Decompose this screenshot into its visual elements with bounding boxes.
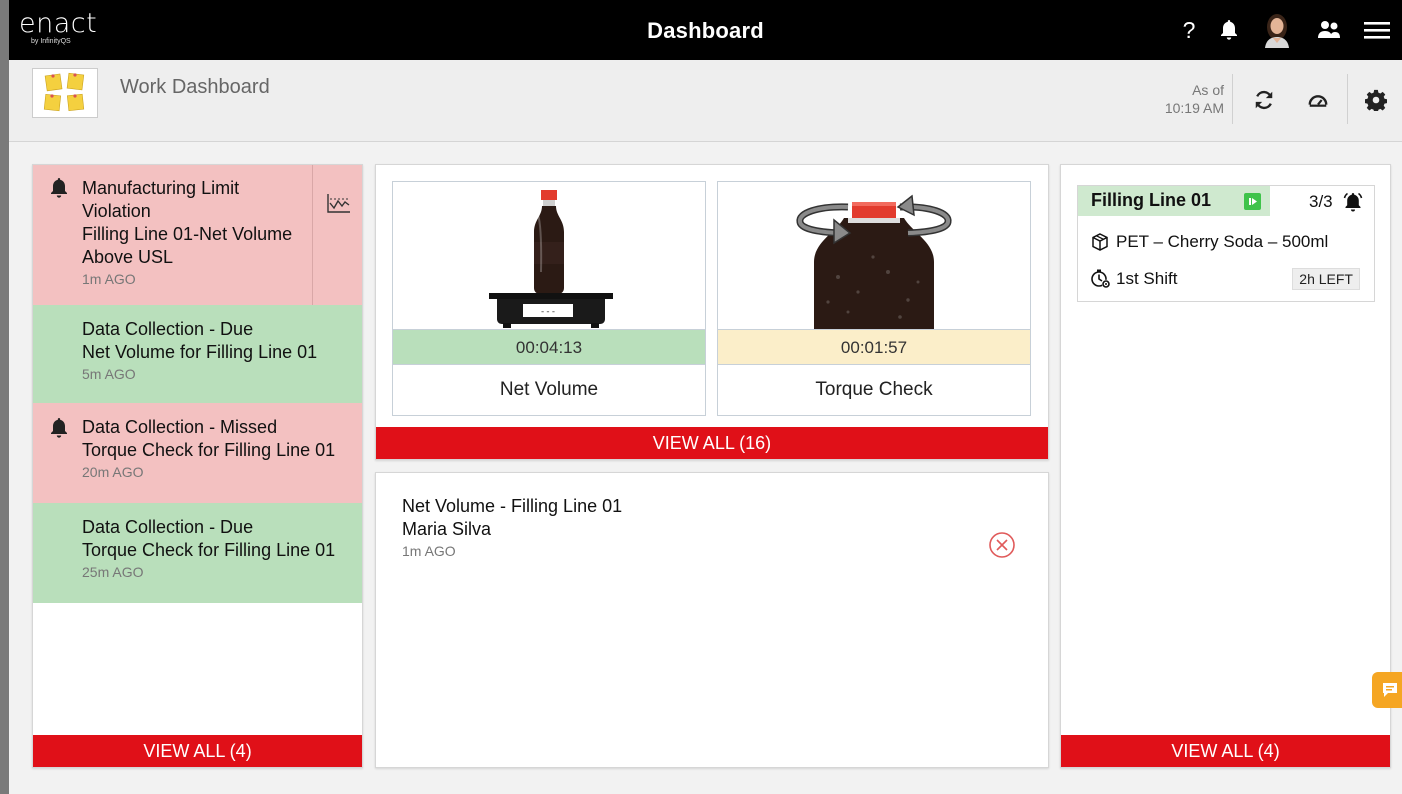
product-row: PET – Cherry Soda – 500ml [1090,232,1328,252]
app-window: enact by InfinityQS Dashboard ? Work Das… [9,0,1402,794]
control-chart-icon [327,194,350,213]
product-name: PET – Cherry Soda – 500ml [1116,232,1329,251]
recent-item-title: Net Volume - Filling Line 01 [402,496,623,516]
dashboard-thumbnail [32,68,98,118]
box-icon [1092,233,1108,251]
notification-time: 5m AGO [82,366,136,382]
notification-title: Data Collection - Due [82,517,254,537]
view-all-notifications-button[interactable]: VIEW ALL (4) [33,735,362,767]
top-icon-group: ? [1158,12,1390,48]
user-avatar[interactable] [1260,12,1294,48]
task-timer: 00:04:13 [393,329,705,365]
settings-button[interactable] [1362,86,1390,114]
task-card-torque-check[interactable]: 00:01:57 Torque Check [717,181,1031,416]
time-left-badge: 2h LEFT [1292,268,1360,290]
lines-panel: Filling Line 01 3/3 PET – Cherry Soda – … [1060,164,1391,768]
net-volume-image: --- [393,182,705,329]
dismiss-button[interactable] [988,531,1016,559]
line-card-header: Filling Line 01 [1078,186,1270,216]
view-all-lines-button[interactable]: VIEW ALL (4) [1061,735,1390,767]
notification-detail: Net Volume for Filling Line 01 [82,342,318,362]
gauge-button[interactable] [1304,86,1332,114]
running-status-icon [1244,193,1261,210]
view-all-tasks-button[interactable]: VIEW ALL (16) [376,427,1048,459]
refresh-icon [1255,90,1273,110]
refresh-button[interactable] [1250,86,1278,114]
recent-item-user: Maria Silva [402,519,492,539]
task-card-net-volume[interactable]: --- 00:04:13 Net Volume [392,181,706,416]
alarm-count: 3/3 [1309,192,1333,211]
shift-row: 1st Shift [1090,268,1177,290]
chat-icon [1383,683,1397,697]
chat-button[interactable] [1372,672,1402,708]
svg-text:---: --- [540,307,556,317]
notification-time: 25m AGO [82,564,144,580]
notification-title: Manufacturing Limit Violation [82,178,240,221]
separator [1232,74,1233,124]
hamburger-menu-icon[interactable] [1364,20,1390,40]
notification-item[interactable]: Data Collection - Due Torque Check for F… [33,503,362,603]
notifications-bell-icon[interactable] [1220,19,1238,41]
notification-item[interactable]: Manufacturing Limit Violation Filling Li… [33,165,362,305]
notification-title: Data Collection - Due [82,319,254,339]
notification-text: Data Collection - Due Net Volume for Fil… [82,318,352,384]
alarm-bell-icon [1341,190,1365,219]
as-of-time: 10:19 AM [1164,100,1224,116]
bell-icon [49,177,69,205]
notification-time: 1m AGO [82,271,136,287]
notification-title: Data Collection - Missed [82,417,278,437]
top-bar: enact by InfinityQS Dashboard ? [9,0,1402,60]
line-title: Filling Line 01 [1091,190,1212,210]
separator [1347,74,1348,124]
shift-clock-icon [1091,269,1111,289]
task-timer: 00:01:57 [718,329,1030,365]
help-icon[interactable]: ? [1180,17,1198,44]
notification-text: Data Collection - Missed Torque Check fo… [82,416,357,482]
notification-detail: Torque Check for Filling Line 01 [82,540,336,560]
shift-name: 1st Shift [1116,269,1178,288]
tasks-panel: --- 00:04:13 Net Volume 00:01:57 Torque … [375,164,1049,460]
notification-detail: Torque Check for Filling Line 01 [82,440,336,460]
torque-check-image [718,182,1030,329]
bell-icon [49,417,69,445]
notification-text: Manufacturing Limit Violation Filling Li… [82,177,312,289]
task-name: Torque Check [815,379,933,400]
notification-item[interactable]: Data Collection - Missed Torque Check fo… [33,403,362,503]
last-updated: As of 10:19 AM [1165,81,1224,117]
task-name: Net Volume [499,379,599,400]
as-of-label: As of [1192,82,1224,98]
dashboard-title: Work Dashboard [120,76,270,98]
notification-time: 20m AGO [82,464,144,480]
notification-item[interactable]: Data Collection - Due Net Volume for Fil… [33,305,362,403]
gauge-icon [1308,95,1328,107]
users-group-icon[interactable] [1316,19,1342,41]
notification-text: Data Collection - Due Torque Check for F… [82,516,357,582]
recent-item[interactable]: Net Volume - Filling Line 01 Maria Silva… [402,495,622,561]
gear-icon [1365,89,1387,111]
notifications-panel: Manufacturing Limit Violation Filling Li… [32,164,363,768]
recent-item-time: 1m AGO [402,543,456,559]
open-chart-button[interactable] [312,165,362,305]
dashboard-header: Work Dashboard As of 10:19 AM [9,60,1402,142]
line-card-filling-line-01[interactable]: Filling Line 01 3/3 PET – Cherry Soda – … [1077,185,1375,302]
notification-detail: Filling Line 01-Net Volume Above USL [82,224,293,267]
recent-activity-panel: Net Volume - Filling Line 01 Maria Silva… [375,472,1049,768]
close-circle-icon [989,532,1015,558]
